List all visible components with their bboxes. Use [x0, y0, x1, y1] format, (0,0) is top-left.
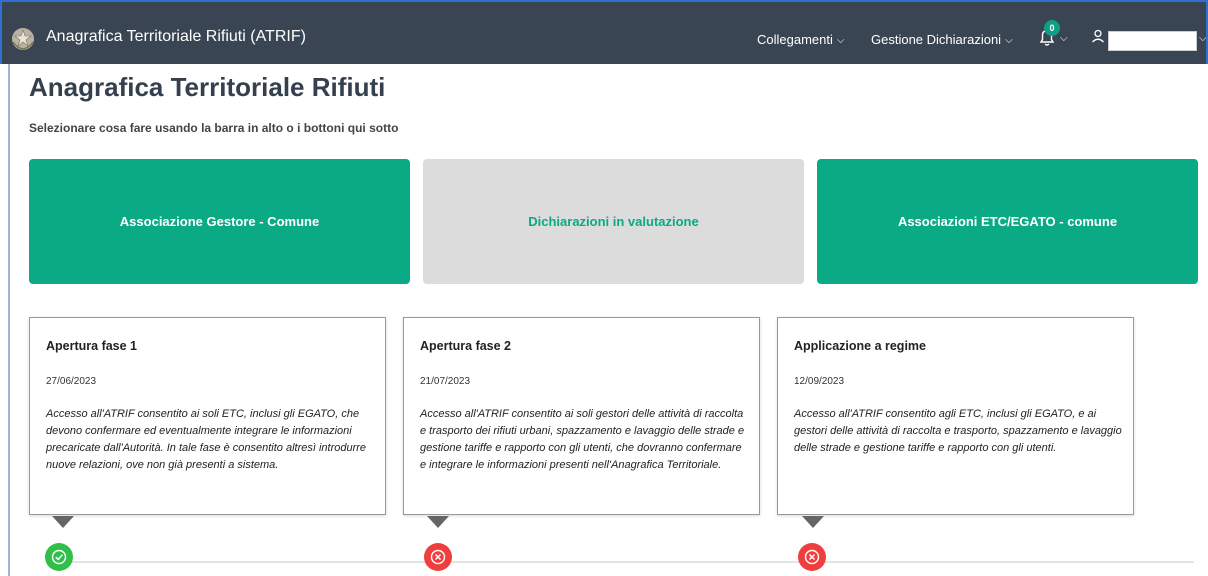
page-left-border	[8, 64, 10, 576]
phase-title: Apertura fase 1	[46, 339, 138, 353]
phase-title: Applicazione a regime	[794, 339, 926, 353]
phase-description: Accesso all'ATRIF consentito ai soli ETC…	[46, 408, 367, 471]
page-subtitle: Selezionare cosa fare usando la barra in…	[29, 121, 399, 135]
x-circle-icon	[798, 543, 826, 571]
phase-pointer-icon	[802, 516, 824, 528]
timeline-line	[64, 561, 1194, 563]
phase-date: 27/06/2023	[46, 376, 97, 387]
nav-menu-label: Gestione Dichiarazioni	[871, 32, 1002, 47]
associazione-gestore-comune-button[interactable]: Associazione Gestore - Comune	[29, 159, 410, 284]
phase-card: Apertura fase 2 21/07/2023 Accesso all'A…	[403, 317, 760, 515]
nav-menu-label: Collegamenti	[757, 32, 833, 47]
top-navbar: Anagrafica Territoriale Rifiuti (ATRIF) …	[0, 0, 1208, 64]
phase-title: Apertura fase 2	[420, 339, 512, 353]
x-circle-icon	[424, 543, 452, 571]
action-label: Associazioni ETC/EGATO - comune	[897, 214, 1118, 229]
action-label: Associazione Gestore - Comune	[119, 214, 320, 229]
phase-pointer-icon	[52, 516, 74, 528]
page-title: Anagrafica Territoriale Rifiuti	[29, 72, 386, 102]
notification-badge[interactable]: 0	[1044, 20, 1060, 36]
nav-menu-gestione-dichiarazioni[interactable]: Gestione Dichiarazioni ⌵	[871, 32, 1013, 47]
chevron-down-icon: ⌵	[836, 35, 845, 46]
phase-card: Applicazione a regime 12/09/2023 Accesso…	[777, 317, 1134, 515]
dichiarazioni-in-valutazione-button[interactable]: Dichiarazioni in valutazione	[423, 159, 804, 284]
phase-description: Accesso all'ATRIF consentito ai soli ges…	[420, 408, 745, 471]
check-circle-icon	[45, 543, 73, 571]
chevron-down-icon: ⌵	[1005, 35, 1013, 46]
nav-menu-collegamenti[interactable]: Collegamenti ⌵	[757, 32, 844, 47]
phase-date: 12/09/2023	[794, 376, 845, 387]
username-field[interactable]	[1108, 31, 1197, 51]
app-title[interactable]: Anagrafica Territoriale Rifiuti (ATRIF)	[46, 28, 306, 46]
action-label: Dichiarazioni in valutazione	[528, 214, 699, 229]
user-icon[interactable]	[1091, 29, 1105, 43]
chevron-down-icon[interactable]: ⌵	[1060, 33, 1068, 44]
emblem-logo[interactable]	[10, 26, 36, 52]
phase-description: Accesso all'ATRIF consentito agli ETC, i…	[794, 408, 1122, 454]
chevron-down-icon[interactable]: ⌵	[1199, 33, 1207, 44]
associazioni-etc-egato-comune-button[interactable]: Associazioni ETC/EGATO - comune	[817, 159, 1198, 284]
phase-date: 21/07/2023	[420, 376, 471, 387]
phase-card: Apertura fase 1 27/06/2023 Accesso all'A…	[29, 317, 386, 515]
phase-pointer-icon	[427, 516, 449, 528]
